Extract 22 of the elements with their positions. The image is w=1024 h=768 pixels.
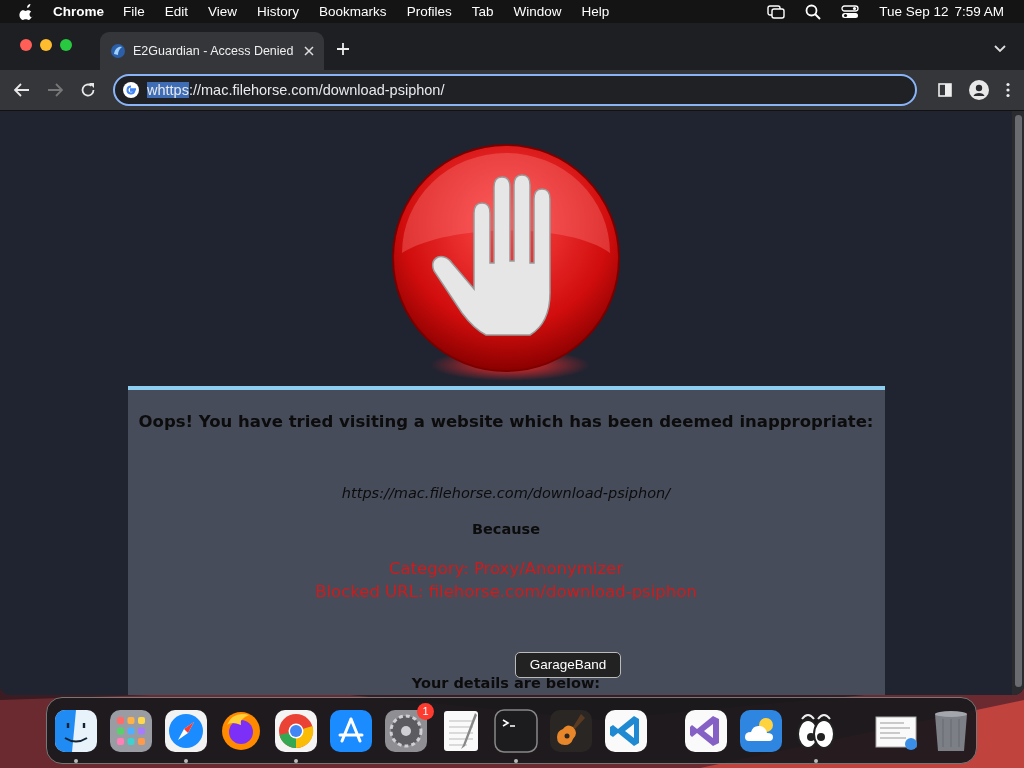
menu-item[interactable]: Edit — [164, 4, 189, 19]
reason-text: Category: Proxy/Anonymizer — [388, 558, 623, 580]
menu-item[interactable]: Profiles — [406, 4, 452, 19]
menu-item[interactable]: Tab — [471, 4, 494, 19]
details-text: Your details are below: — [411, 676, 601, 691]
blocked-url-text: https://mac.filehorse.com/download-psiphon/ — [341, 485, 671, 501]
tab-title: E2Guardian - Access Denied — [133, 44, 295, 58]
menu-item[interactable]: Help — [581, 4, 610, 19]
app-tooltip: GarageBand — [515, 651, 621, 678]
notification-badge: 1 — [417, 702, 434, 720]
because-text: Because — [471, 521, 541, 537]
app-menu[interactable]: Chrome — [53, 4, 104, 19]
date-text: Tue Sep 12 — [879, 4, 949, 19]
heading-text: Oops! You have tried visiting a website which has been deemed inappropriate: — [138, 412, 874, 431]
menu-item[interactable]: Bookmarks — [319, 4, 387, 19]
reason-text: Blocked URL: filehorse.com/download-psiphon — [315, 581, 697, 603]
time-text: 7:59 AM — [954, 4, 1004, 19]
menu-item[interactable]: View — [208, 4, 238, 19]
menu-item[interactable]: History — [257, 4, 300, 19]
browser-tab[interactable]: E2Guardian - Access Denied — [100, 32, 324, 70]
menu-item[interactable]: File — [123, 4, 145, 19]
menu-item[interactable]: Window — [513, 4, 562, 19]
